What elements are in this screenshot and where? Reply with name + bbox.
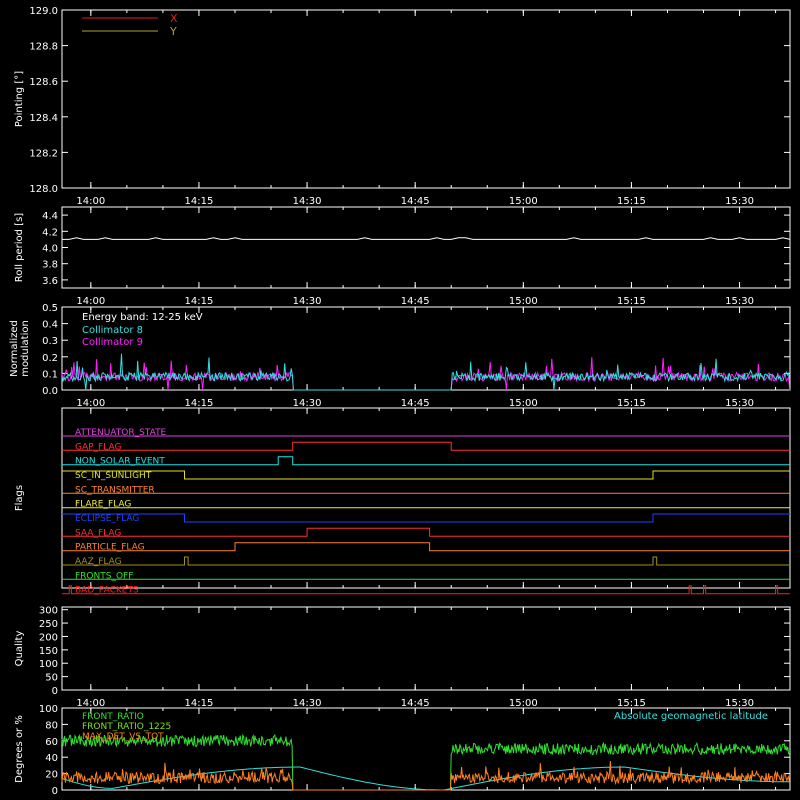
x-tick-label: 14:30 <box>293 398 322 409</box>
x-tick-label: 14:30 <box>293 698 322 709</box>
legend-label-collimator-8: Collimator 8 <box>82 325 143 336</box>
x-tick-label: 15:15 <box>617 296 646 307</box>
y-tick-label: 250 <box>39 619 58 630</box>
y-tick-label: 300 <box>39 606 58 617</box>
y-tick-label: 0 <box>52 686 58 697</box>
flag-label-gap-flag: GAP_FLAG <box>75 442 121 452</box>
y-tick-label: 128.8 <box>29 42 58 53</box>
x-tick-label: 15:00 <box>509 698 538 709</box>
y-tick-label: 3.6 <box>42 276 58 287</box>
y-axis-label: Flags <box>14 485 25 511</box>
x-tick-label: 15:15 <box>617 698 646 709</box>
y-tick-label: 4.2 <box>42 227 58 238</box>
x-tick-label: 14:45 <box>401 196 430 207</box>
y-axis-label: Degrees or % <box>14 715 25 783</box>
legend-label-front-ratio: FRONT_RATIO <box>82 712 144 722</box>
legend-label-collimator-9: Collimator 9 <box>82 337 143 348</box>
flag-label-sc-transmitter: SC_TRANSMITTER <box>75 485 155 495</box>
y-tick-label: 100 <box>39 704 58 715</box>
x-tick-label: 15:00 <box>509 196 538 207</box>
y-tick-label: 128.6 <box>29 77 58 88</box>
x-tick-label: 14:45 <box>401 398 430 409</box>
x-tick-label: 14:15 <box>185 698 214 709</box>
chart-svg: 14:00 14:15 14:30 14:45 15:00 15:15 15:30 128.0… <box>0 0 800 800</box>
x-tick-label: 15:30 <box>725 398 754 409</box>
x-tick-label: 14:45 <box>401 296 430 307</box>
y-tick-label: 128.2 <box>29 148 58 159</box>
y-tick-label: 0 <box>52 786 58 797</box>
x-tick-label: 14:00 <box>76 296 105 307</box>
x-tick-label: 14:30 <box>293 296 322 307</box>
x-tick-label: 15:15 <box>617 398 646 409</box>
x-tick-label: 14:00 <box>76 398 105 409</box>
y-axis-label: Roll period [s] <box>14 213 25 282</box>
y-tick-label: 128.0 <box>29 184 58 195</box>
legend-label-front-ratio-1225: FRONT_RATIO_1225 <box>82 722 171 732</box>
y-tick-label: 0.5 <box>42 303 58 314</box>
y-tick-label: 128.4 <box>29 113 58 124</box>
flag-label-saa-flag: SAA_FLAG <box>75 528 121 538</box>
y-tick-label: 20 <box>45 770 58 781</box>
x-tick-label: 15:15 <box>617 196 646 207</box>
y-tick-label: 0.4 <box>42 320 58 331</box>
x-tick-label: 15:30 <box>725 698 754 709</box>
x-tick-label: 15:00 <box>509 296 538 307</box>
y-tick-label: 0.0 <box>42 386 58 397</box>
x-tick-label: 14:15 <box>185 196 214 207</box>
legend-label-X: X <box>170 12 178 25</box>
y-tick-label: 3.8 <box>42 260 58 271</box>
x-tick-label: 14:15 <box>185 296 214 307</box>
y-tick-label: 60 <box>45 737 58 748</box>
y-tick-label: 4.4 <box>42 211 58 222</box>
legend-label-latitude: Absolute geomagnetic latitude <box>614 711 768 722</box>
x-tick-label: 14:30 <box>293 196 322 207</box>
y-axis-label: modulation <box>20 320 31 377</box>
modulation-annotation: Energy band: 12-25 keV <box>82 312 203 323</box>
y-tick-label: 129.0 <box>29 6 58 17</box>
y-tick-label: 0.3 <box>42 336 58 347</box>
y-tick-label: 200 <box>39 632 58 643</box>
y-tick-label: 4.0 <box>42 244 58 255</box>
y-tick-label: 80 <box>45 720 58 731</box>
y-tick-label: 50 <box>45 673 58 684</box>
x-tick-label: 14:00 <box>76 698 105 709</box>
x-tick-label: 14:15 <box>185 398 214 409</box>
x-tick-label: 14:45 <box>401 698 430 709</box>
x-tick-label: 15:00 <box>509 398 538 409</box>
flag-label-eclipse-flag: ECLIPSE_FLAG <box>75 514 139 524</box>
flag-label-fronts-off: FRONTS_OFF <box>75 571 133 581</box>
y-axis-label: Pointing [°] <box>14 71 25 127</box>
y-tick-label: 40 <box>45 753 58 764</box>
x-tick-label: 15:30 <box>725 296 754 307</box>
y-tick-label: 150 <box>39 646 58 657</box>
x-tick-label: 14:00 <box>76 196 105 207</box>
y-tick-label: 100 <box>39 659 58 670</box>
legend-label-max-det-vs-tot: MAX_DET_VS_TOT <box>82 732 164 742</box>
y-axis-label: Quality <box>14 631 25 667</box>
y-tick-label: 0.2 <box>42 353 58 364</box>
y-tick-label: 0.1 <box>42 369 58 380</box>
y-axis-label: Normalized <box>9 320 20 377</box>
flag-label-sc-in-sunlight: SC_IN_SUNLIGHT <box>75 471 152 481</box>
legend-label-Y: Y <box>169 25 177 38</box>
x-tick-label: 15:30 <box>725 196 754 207</box>
